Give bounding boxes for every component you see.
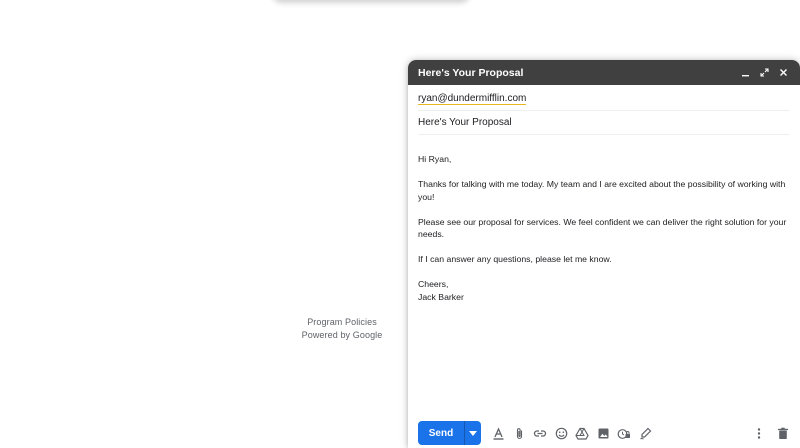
trash-icon[interactable] xyxy=(776,426,790,440)
subject-field[interactable]: Here's Your Proposal xyxy=(418,111,790,135)
body-greeting: Hi Ryan, xyxy=(418,154,452,164)
photo-icon[interactable] xyxy=(596,426,610,440)
page-footer: Program Policies Powered by Google xyxy=(300,316,384,342)
program-policies-link[interactable]: Program Policies xyxy=(300,316,384,329)
close-icon[interactable] xyxy=(777,66,790,79)
body-paragraph-3: If I can answer any questions, please le… xyxy=(418,254,612,264)
emoji-icon[interactable] xyxy=(554,426,568,440)
chevron-down-icon xyxy=(469,430,477,436)
send-button-group: Send xyxy=(418,421,481,445)
confidential-icon[interactable] xyxy=(617,426,631,440)
compose-title: Here's Your Proposal xyxy=(418,66,524,79)
body-paragraph-1: Thanks for talking with me today. My tea… xyxy=(418,179,786,202)
expand-icon[interactable] xyxy=(758,66,771,79)
powered-by-google-text: Powered by Google xyxy=(301,330,383,340)
formatting-icon[interactable] xyxy=(491,426,505,440)
to-field[interactable]: ryan@dundermifflin.com xyxy=(418,85,790,111)
compose-window: Here's Your Proposal ryan@dundermifflin.… xyxy=(408,60,800,448)
more-options-icon[interactable] xyxy=(752,426,766,440)
compose-titlebar[interactable]: Here's Your Proposal xyxy=(408,60,800,85)
subject-text[interactable]: Here's Your Proposal xyxy=(418,117,512,128)
body-signature: Jack Barker xyxy=(418,291,464,302)
minimize-icon[interactable] xyxy=(739,66,752,79)
send-button[interactable]: Send xyxy=(418,421,464,445)
message-body[interactable]: Hi Ryan, Thanks for talking with me toda… xyxy=(408,135,800,303)
drive-icon[interactable] xyxy=(575,426,589,440)
attach-icon[interactable] xyxy=(512,426,526,440)
recipient-address[interactable]: ryan@dundermifflin.com xyxy=(418,93,527,105)
body-paragraph-2: Please see our proposal for services. We… xyxy=(418,216,787,240)
signature-icon[interactable] xyxy=(638,426,652,440)
schedule-send-button[interactable] xyxy=(465,421,481,445)
link-icon[interactable] xyxy=(533,426,547,440)
compose-toolbar: Send xyxy=(418,421,790,445)
body-closing: Cheers, xyxy=(418,279,449,289)
